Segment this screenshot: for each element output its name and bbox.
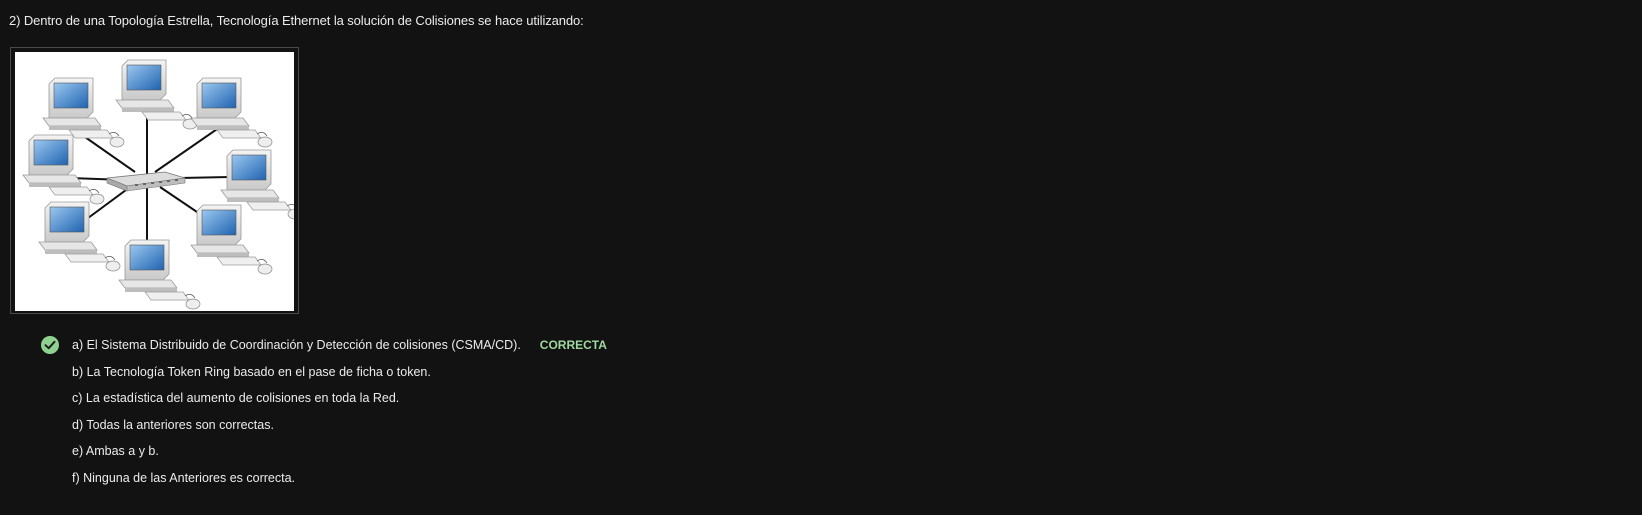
- option-label: b) La Tecnología Token Ring basado en el…: [72, 364, 431, 379]
- check-circle-icon: [41, 336, 59, 355]
- star-topology-diagram: [15, 52, 303, 311]
- computer-icon: [22, 134, 105, 205]
- option-label: c) La estadística del aumento de colisio…: [72, 391, 400, 406]
- switch-icon: [106, 171, 186, 192]
- option-d: d) Todas la anteriores son correctas.: [40, 412, 607, 439]
- computer-icon: [38, 201, 121, 272]
- network-diagram-graphic: [22, 59, 303, 310]
- option-label: e) Ambas a y b.: [72, 444, 159, 459]
- option-e: e) Ambas a y b.: [40, 438, 607, 465]
- question-text: 2) Dentro de una Topología Estrella, Tec…: [9, 13, 584, 28]
- option-label: f) Ninguna de las Anteriores es correcta…: [72, 470, 296, 485]
- correct-badge: CORRECTA: [539, 338, 607, 353]
- option-f: f) Ninguna de las Anteriores es correcta…: [40, 465, 607, 492]
- option-c: c) La estadística del aumento de colisio…: [40, 385, 607, 412]
- answer-options: a) El Sistema Distribuido de Coordinació…: [40, 332, 607, 491]
- question-image: [10, 47, 303, 314]
- computer-icon: [190, 77, 273, 148]
- computer-icon: [118, 239, 201, 310]
- computer-icon: [190, 204, 273, 275]
- computer-icon: [115, 59, 198, 130]
- option-label: d) Todas la anteriores son correctas.: [72, 417, 274, 432]
- option-label: a) El Sistema Distribuido de Coordinació…: [72, 338, 521, 353]
- option-a: a) El Sistema Distribuido de Coordinació…: [40, 332, 607, 359]
- option-b: b) La Tecnología Token Ring basado en el…: [40, 359, 607, 386]
